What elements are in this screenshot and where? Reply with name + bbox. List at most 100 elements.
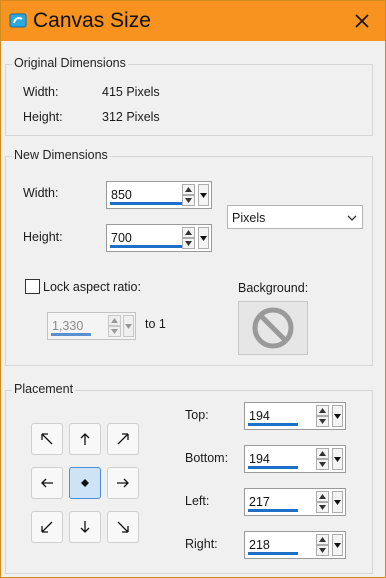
placement-bottom-left[interactable] — [31, 511, 63, 543]
left-dropdown[interactable] — [332, 491, 343, 513]
top-spin-down[interactable] — [316, 416, 329, 427]
arrow-down-right-icon — [117, 521, 129, 533]
placement-middle-left[interactable] — [31, 467, 63, 499]
placement-center[interactable] — [69, 467, 101, 499]
top-offset-spinbox[interactable]: 194 — [244, 402, 346, 430]
top-dropdown[interactable] — [332, 405, 343, 427]
dropdown-icon — [200, 192, 207, 198]
right-spin-up[interactable] — [316, 534, 329, 545]
width-input[interactable]: 850 — [111, 188, 132, 202]
new-height-label: Height: — [23, 230, 63, 244]
spin-up-icon — [319, 408, 326, 413]
right-offset-input[interactable]: 218 — [249, 538, 270, 552]
close-icon — [355, 14, 369, 28]
left-offset-input[interactable]: 217 — [249, 495, 270, 509]
placement-top-right[interactable] — [107, 423, 139, 455]
arrow-left-icon — [41, 478, 53, 488]
lock-aspect-checkbox[interactable] — [25, 279, 40, 294]
top-spin-up[interactable] — [316, 405, 329, 416]
placement-top-left[interactable] — [31, 423, 63, 455]
spin-down-icon — [185, 198, 192, 203]
aspect-dropdown[interactable] — [123, 315, 134, 337]
left-offset-label: Left: — [185, 494, 210, 508]
height-spinbox[interactable]: 700 — [106, 224, 212, 252]
units-select[interactable]: Pixels — [227, 205, 363, 229]
original-dimensions-title: Original Dimensions — [12, 56, 128, 70]
top-offset-input[interactable]: 194 — [249, 409, 270, 423]
aspect-spin-up[interactable] — [108, 315, 121, 326]
dialog-side-strip — [373, 41, 385, 577]
placement-bottom-right[interactable] — [107, 511, 139, 543]
arrow-down-left-icon — [41, 521, 53, 533]
spin-down-icon — [111, 329, 118, 334]
left-spin-up[interactable] — [316, 491, 329, 502]
dropdown-icon — [334, 456, 341, 462]
height-spin-up[interactable] — [182, 227, 195, 238]
right-offset-bar — [248, 552, 298, 555]
chevron-down-icon — [347, 215, 357, 221]
original-width-value: 415 Pixels — [102, 85, 160, 99]
width-spin-down[interactable] — [182, 195, 195, 206]
title-bar[interactable]: Canvas Size — [1, 1, 385, 41]
right-offset-label: Right: — [185, 537, 218, 551]
canvas-size-dialog: Canvas Size Original Dimensions Width: 4… — [0, 0, 386, 578]
spin-down-icon — [319, 548, 326, 553]
right-spin-down[interactable] — [316, 545, 329, 556]
arrow-down-icon — [80, 521, 90, 533]
arrow-up-icon — [80, 433, 90, 445]
spin-up-icon — [319, 494, 326, 499]
background-color-swatch[interactable] — [238, 301, 308, 355]
right-dropdown[interactable] — [332, 534, 343, 556]
top-offset-label: Top: — [185, 408, 209, 422]
close-button[interactable] — [345, 5, 379, 37]
arrow-up-right-icon — [117, 433, 129, 445]
lock-aspect-label: Lock aspect ratio: — [43, 280, 141, 294]
spin-up-icon — [319, 537, 326, 542]
dropdown-icon — [125, 323, 132, 329]
spin-down-icon — [319, 462, 326, 467]
spin-up-icon — [319, 451, 326, 456]
new-dimensions-title: New Dimensions — [12, 148, 110, 162]
top-offset-bar — [248, 423, 298, 426]
width-dropdown[interactable] — [198, 184, 209, 206]
placement-bottom-center[interactable] — [69, 511, 101, 543]
aspect-ratio-input[interactable]: 1,330 — [52, 319, 83, 333]
aspect-ratio-bar — [51, 333, 91, 336]
dropdown-icon — [334, 413, 341, 419]
width-value-bar — [110, 202, 182, 205]
spin-up-icon — [185, 230, 192, 235]
height-spin-down[interactable] — [182, 238, 195, 249]
bottom-offset-label: Bottom: — [185, 451, 229, 465]
aspect-ratio-spinbox[interactable]: 1,330 — [47, 312, 136, 340]
original-dimensions-group — [5, 64, 373, 136]
bottom-offset-bar — [248, 466, 298, 469]
new-width-label: Width: — [23, 186, 59, 200]
original-height-label: Height: — [23, 110, 63, 124]
height-dropdown[interactable] — [198, 227, 209, 249]
width-spinbox[interactable]: 850 — [106, 181, 212, 209]
window-title: Canvas Size — [33, 9, 151, 32]
spin-down-icon — [185, 241, 192, 246]
left-offset-bar — [248, 509, 298, 512]
spin-up-icon — [111, 318, 118, 323]
aspect-spin-down[interactable] — [108, 326, 121, 337]
dropdown-icon — [200, 235, 207, 241]
placement-top-center[interactable] — [69, 423, 101, 455]
bottom-offset-input[interactable]: 194 — [249, 452, 270, 466]
arrow-up-left-icon — [41, 433, 53, 445]
bottom-spin-down[interactable] — [316, 459, 329, 470]
bottom-offset-spinbox[interactable]: 194 — [244, 445, 346, 473]
spin-up-icon — [185, 187, 192, 192]
left-spin-down[interactable] — [316, 502, 329, 513]
width-spin-up[interactable] — [182, 184, 195, 195]
height-input[interactable]: 700 — [111, 231, 132, 245]
placement-middle-right[interactable] — [107, 467, 139, 499]
bottom-spin-up[interactable] — [316, 448, 329, 459]
bottom-dropdown[interactable] — [332, 448, 343, 470]
left-offset-spinbox[interactable]: 217 — [244, 488, 346, 516]
dropdown-icon — [334, 499, 341, 505]
no-background-icon — [252, 307, 294, 349]
right-offset-spinbox[interactable]: 218 — [244, 531, 346, 559]
aspect-ratio-suffix: to 1 — [145, 317, 166, 331]
arrow-right-icon — [117, 478, 129, 488]
